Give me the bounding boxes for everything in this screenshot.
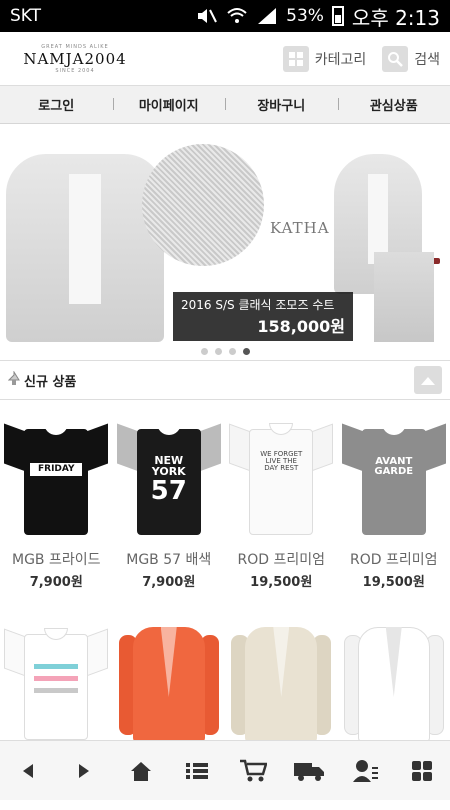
category-button[interactable]: 카테고리 (283, 46, 367, 72)
product-image: FRIDAY (2, 408, 110, 541)
cart-icon[interactable] (233, 751, 273, 791)
banner-caption-title: 2016 S/S 클래식 조모즈 수트 (181, 296, 345, 313)
search-button[interactable]: 검색 (382, 46, 440, 72)
logo-brand: NAMJA2004 (23, 50, 126, 68)
product-price: 7,900원 (30, 571, 83, 590)
hanger-icon (8, 371, 20, 389)
product-card[interactable]: WE FORGETLIVE THEDAY REST ROD 프리미엄 19,50… (225, 400, 338, 605)
search-icon (382, 46, 408, 72)
carrier: SKT (10, 6, 41, 26)
bottom-toolbar (0, 740, 450, 800)
product-card[interactable]: NEW YORK57 MGB 57 배색 7,900원 (113, 400, 226, 605)
product-name: ROD 프리미엄 (227, 549, 335, 569)
grid-icon[interactable] (402, 751, 442, 791)
new-products-header: 신규 상품 (0, 360, 450, 400)
banner-brand-text: KATHA (270, 219, 330, 237)
battery-percent: 53% (286, 6, 324, 26)
product-price: 7,900원 (142, 571, 195, 590)
wifi-icon (226, 7, 248, 25)
nav-login[interactable]: 로그인 (0, 95, 113, 114)
slide-dot[interactable] (215, 348, 222, 355)
slide-indicator (0, 342, 450, 360)
list-icon[interactable] (177, 751, 217, 791)
banner-fabric-image (142, 144, 264, 266)
logo-since: SINCE 2004 (55, 68, 94, 74)
category-label: 카테고리 (315, 49, 367, 69)
forward-icon[interactable] (64, 751, 104, 791)
site-logo[interactable]: GREAT MINDS ALIKE NAMJA2004 SINCE 2004 (10, 44, 140, 74)
battery-icon (332, 6, 344, 26)
product-name: MGB 프라이드 (2, 549, 110, 569)
status-bar: SKT 53% 오후 2:13 (0, 0, 450, 32)
product-image (115, 613, 223, 746)
product-card[interactable]: FRIDAY MGB 프라이드 7,900원 (0, 400, 113, 605)
banner-pants-image (374, 252, 434, 342)
product-image (227, 613, 335, 746)
header: GREAT MINDS ALIKE NAMJA2004 SINCE 2004 카… (0, 32, 450, 86)
mypage-icon[interactable] (346, 751, 386, 791)
scroll-top-button[interactable] (414, 366, 442, 394)
nav-wishlist[interactable]: 관심상품 (338, 95, 450, 114)
slide-dot[interactable] (229, 348, 236, 355)
product-image: WE FORGETLIVE THEDAY REST (227, 408, 335, 541)
product-image: NEW YORK57 (115, 408, 223, 541)
category-icon (283, 46, 309, 72)
slide-dot-active[interactable] (243, 348, 250, 355)
product-price: 19,500원 (250, 571, 312, 590)
nav-mypage[interactable]: 마이페이지 (113, 95, 226, 114)
nav-cart[interactable]: 장바구니 (225, 95, 338, 114)
product-name: ROD 프리미엄 (340, 549, 448, 569)
product-image (2, 613, 110, 746)
product-price: 19,500원 (363, 571, 425, 590)
slide-dot[interactable] (201, 348, 208, 355)
up-arrow-icon (420, 374, 436, 386)
product-name: MGB 57 배색 (115, 549, 223, 569)
back-icon[interactable] (8, 751, 48, 791)
product-image: AVANTGARDE (340, 408, 448, 541)
section-title: 신규 상품 (24, 371, 76, 390)
product-image (340, 613, 448, 746)
search-label: 검색 (414, 49, 440, 69)
mute-icon (196, 7, 218, 25)
banner-caption: 2016 S/S 클래식 조모즈 수트 158,000원 (173, 292, 353, 341)
delivery-icon[interactable] (289, 751, 329, 791)
clock: 오후 2:13 (352, 2, 440, 31)
product-card[interactable]: AVANTGARDE ROD 프리미엄 19,500원 (338, 400, 450, 605)
signal-icon (256, 7, 278, 25)
home-icon[interactable] (121, 751, 161, 791)
hero-banner[interactable]: KATHA 2016 S/S 클래식 조모즈 수트 158,000원 (0, 124, 450, 342)
banner-jacket-image (6, 154, 164, 342)
banner-caption-price: 158,000원 (181, 313, 345, 337)
main-nav: 로그인 마이페이지 장바구니 관심상품 (0, 86, 450, 124)
